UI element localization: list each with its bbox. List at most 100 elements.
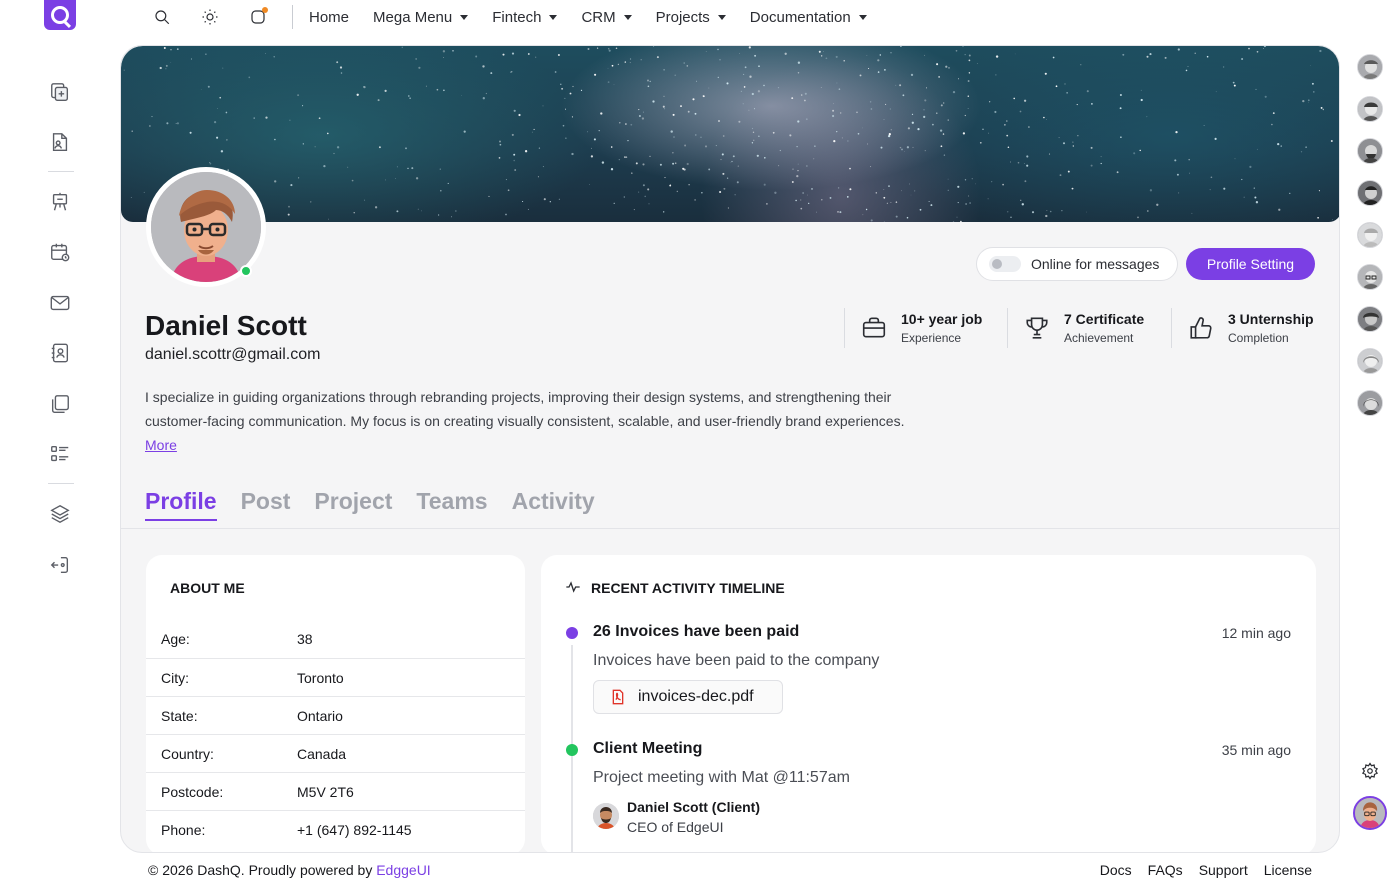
about-value: Ontario: [297, 707, 343, 724]
document-user-icon[interactable]: [48, 130, 72, 154]
chevron-down-icon: [460, 14, 469, 20]
nav-home[interactable]: Home: [309, 9, 349, 26]
about-value: M5V 2T6: [297, 783, 354, 800]
presentation-icon[interactable]: [48, 190, 72, 214]
mail-icon[interactable]: [48, 291, 72, 315]
activity-icon: [566, 581, 580, 593]
app-logo[interactable]: [44, 0, 76, 30]
avatar[interactable]: [1357, 180, 1383, 206]
nav-mega-menu[interactable]: Mega Menu: [373, 9, 469, 26]
about-row-phone: Phone: +1 (647) 892-1145: [146, 810, 525, 848]
toggle-switch[interactable]: [989, 256, 1021, 272]
pdf-icon: [612, 689, 624, 705]
nav-crm[interactable]: CRM: [581, 9, 632, 26]
nav-projects[interactable]: Projects: [656, 9, 726, 26]
bio-text: I specialize in guiding organizations th…: [145, 389, 905, 429]
chevron-down-icon: [549, 14, 558, 20]
participant-role: CEO of EdgeUI: [627, 819, 724, 835]
files-icon[interactable]: [48, 392, 72, 416]
profile-email: daniel.scottr@gmail.com: [145, 346, 321, 363]
footer-copyright: © 2026 DashQ. Proudly powered by EdggeUI: [148, 862, 431, 878]
trophy-icon: [1026, 317, 1048, 339]
tab-post[interactable]: Post: [241, 488, 291, 521]
nav-documentation[interactable]: Documentation: [750, 9, 867, 26]
online-toggle-label: Online for messages: [1031, 256, 1160, 272]
avatar[interactable]: [1357, 138, 1383, 164]
footer-link-docs[interactable]: Docs: [1100, 862, 1132, 878]
tab-activity[interactable]: Activity: [512, 488, 595, 521]
tab-teams[interactable]: Teams: [416, 488, 487, 521]
about-label: Age:: [161, 631, 190, 647]
activity-title: RECENT ACTIVITY TIMELINE: [591, 580, 785, 596]
bio-more-link[interactable]: More: [145, 437, 177, 453]
stat-subtitle: Completion: [1228, 331, 1289, 345]
stat-subtitle: Experience: [901, 331, 962, 345]
search-icon[interactable]: [150, 5, 174, 29]
online-status-indicator: [240, 265, 252, 277]
briefcase-icon: [862, 317, 886, 338]
profile-avatar[interactable]: [146, 167, 266, 287]
timeline-item-time: 12 min ago: [1221, 625, 1291, 641]
about-row-state: State: Ontario: [146, 696, 525, 734]
tab-profile[interactable]: Profile: [145, 488, 217, 521]
activity-timeline-panel: RECENT ACTIVITY TIMELINE 26 Invoices hav…: [541, 555, 1316, 852]
avatar[interactable]: [1357, 306, 1383, 332]
about-row-city: City: Toronto: [146, 658, 525, 696]
footer-link-license[interactable]: License: [1264, 862, 1312, 878]
logout-icon[interactable]: [48, 553, 72, 577]
avatar[interactable]: [1357, 348, 1383, 374]
about-label: Postcode:: [161, 783, 224, 800]
calendar-icon[interactable]: [48, 240, 72, 264]
about-label: Phone:: [161, 821, 206, 838]
avatar[interactable]: [1357, 54, 1383, 80]
notification-badge: [262, 7, 268, 13]
stat-title: 10+ year job: [901, 311, 983, 327]
online-messages-toggle[interactable]: Online for messages: [976, 247, 1178, 281]
about-value: 38: [297, 631, 313, 647]
settings-gear-icon[interactable]: [1361, 762, 1379, 780]
about-value: +1 (647) 892-1145: [297, 821, 412, 838]
participant-name: Daniel Scott (Client): [627, 799, 761, 815]
notification-icon[interactable]: [246, 5, 270, 29]
chevron-down-icon: [623, 14, 632, 20]
meeting-participant: Daniel Scott (Client) CEO of EdgeUI: [593, 799, 760, 835]
footer-link-faqs[interactable]: FAQs: [1148, 862, 1183, 878]
timeline-dot: [566, 744, 578, 756]
about-row-country: Country: Canada: [146, 734, 525, 772]
copyright-text: © 2026 DashQ. Proudly powered by: [148, 862, 373, 878]
footer-link-support[interactable]: Support: [1199, 862, 1248, 878]
about-label: City:: [161, 669, 189, 686]
stat-subtitle: Achievement: [1064, 331, 1134, 345]
avatar[interactable]: [1357, 264, 1383, 290]
avatar[interactable]: [1357, 96, 1383, 122]
timeline-item-time: 35 min ago: [1221, 742, 1291, 758]
nav-fintech[interactable]: Fintech: [492, 9, 558, 26]
chevron-down-icon: [858, 14, 867, 20]
current-user-avatar[interactable]: [1353, 796, 1387, 830]
add-page-icon[interactable]: [48, 80, 72, 104]
timeline-item-title: 26 Invoices have been paid: [593, 623, 800, 640]
tab-project[interactable]: Project: [314, 488, 392, 521]
attachment-chip[interactable]: invoices-dec.pdf: [593, 680, 783, 714]
brand-link[interactable]: EdggeUI: [376, 862, 430, 878]
layers-icon[interactable]: [48, 502, 72, 526]
timeline-item-description: Project meeting with Mat @11:57am: [593, 769, 850, 786]
cover-image: [121, 46, 1339, 222]
top-navigation: Home Mega Menu Fintech CRM Projects Docu…: [150, 0, 891, 34]
footer-links: Docs FAQs Support License: [1084, 862, 1312, 878]
avatar[interactable]: [1357, 390, 1383, 416]
avatar: [593, 803, 619, 829]
contacts-icon[interactable]: [48, 341, 72, 365]
timeline-item-description: Invoices have been paid to the company: [593, 652, 880, 669]
chevron-down-icon: [717, 14, 726, 20]
profile-name: Daniel Scott: [145, 310, 307, 341]
about-value: Canada: [297, 745, 347, 762]
list-icon[interactable]: [48, 442, 72, 466]
about-label: Country:: [161, 745, 214, 762]
about-me-panel: ABOUT ME Age: 38 City: Toronto State: Ontar…: [146, 555, 525, 852]
about-label: State:: [161, 707, 198, 724]
sun-icon[interactable]: [198, 5, 222, 29]
stat-certificate: 7 Certificate Achievement: [1007, 308, 1171, 348]
profile-setting-button[interactable]: Profile Setting: [1186, 248, 1315, 280]
avatar[interactable]: [1357, 222, 1383, 248]
